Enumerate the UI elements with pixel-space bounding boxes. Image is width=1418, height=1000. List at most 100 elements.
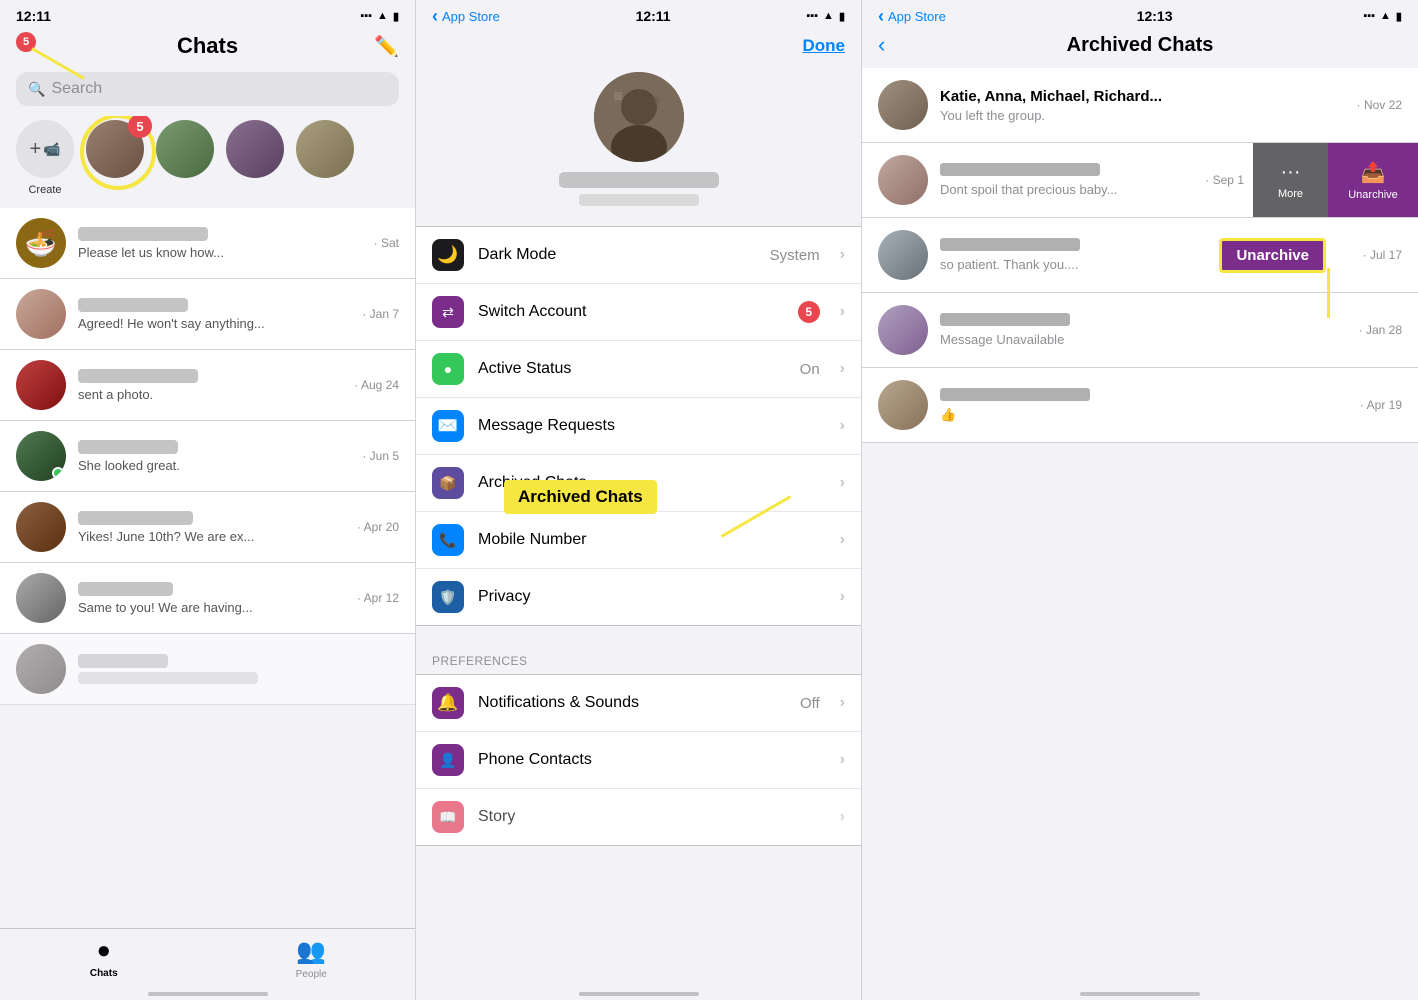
- arch-name-blur-3: [940, 238, 1080, 251]
- arch-time-4: · Jan 28: [1359, 323, 1402, 337]
- arch-preview-3: so patient. Thank you....: [940, 257, 1351, 272]
- story-icon: 📖: [432, 801, 464, 833]
- active-status-chevron: ›: [840, 360, 845, 378]
- status-icons-2: ▪▪▪ ▲ ▮: [806, 10, 845, 23]
- chat-item-6[interactable]: Same to you! We are having... · Apr 12: [0, 563, 415, 634]
- chat-item-5[interactable]: Yikes! June 10th? We are ex... · Apr 20: [0, 492, 415, 563]
- top-notification-badge: 5: [16, 32, 36, 52]
- settings-archived-chats[interactable]: 📦 Archived Chats ›: [416, 455, 861, 512]
- chat-item-3[interactable]: sent a photo. · Aug 24: [0, 350, 415, 421]
- tab-chats[interactable]: ● Chats: [69, 937, 139, 980]
- arch-content-2: Dont spoil that precious baby...: [940, 163, 1193, 197]
- chats-title: Chats: [177, 33, 238, 59]
- chat-content-3: sent a photo.: [78, 369, 342, 402]
- screen-settings: ‹ App Store 12:11 ▪▪▪ ▲ ▮ Done: [415, 0, 862, 1000]
- settings-mobile-number[interactable]: 📞 Mobile Number ›: [416, 512, 861, 569]
- chat-preview-2: Agreed! He won't say anything...: [78, 316, 350, 331]
- profile-section: [416, 64, 861, 226]
- status-icons-3: ▪▪▪ ▲ ▮: [1363, 10, 1402, 23]
- profile-avatar[interactable]: [594, 72, 684, 162]
- notifications-chevron: ›: [840, 694, 845, 712]
- chat-item-4[interactable]: She looked great. · Jun 5: [0, 421, 415, 492]
- signal-icon: ▪▪▪: [360, 10, 372, 22]
- chat-name-blur-3: [78, 369, 198, 383]
- settings-active-status[interactable]: ● Active Status On ›: [416, 341, 861, 398]
- story-item-2[interactable]: [156, 120, 214, 184]
- chat-item-7[interactable]: [0, 634, 415, 705]
- profile-avatar-img: [594, 72, 684, 162]
- settings-notifications[interactable]: 🔔 Notifications & Sounds Off ›: [416, 675, 861, 732]
- wifi-icon-3: ▲: [1380, 10, 1391, 22]
- settings-header: Done: [416, 28, 861, 64]
- chat-time-6: · Apr 12: [357, 591, 399, 605]
- people-tab-label: People: [296, 969, 327, 980]
- settings-switch-account[interactable]: ⇄ Switch Account 5 ›: [416, 284, 861, 341]
- signal-icon-2: ▪▪▪: [806, 10, 818, 22]
- chat-item-2[interactable]: Agreed! He won't say anything... · Jan 7: [0, 279, 415, 350]
- back-area-3[interactable]: ‹ App Store: [878, 6, 946, 27]
- arch-avatar-4: [878, 305, 928, 355]
- tab-people[interactable]: 👥 People: [276, 937, 346, 980]
- settings-phone-contacts[interactable]: 👤 Phone Contacts ›: [416, 732, 861, 789]
- message-requests-chevron: ›: [840, 417, 845, 435]
- story-label: Story: [478, 808, 826, 826]
- back-area-2[interactable]: ‹ App Store: [432, 6, 500, 27]
- search-bar[interactable]: 🔍 Search: [16, 72, 399, 106]
- story-item-1[interactable]: 5: [86, 120, 144, 184]
- archived-item-2[interactable]: Dont spoil that precious baby... · Sep 1…: [862, 143, 1418, 218]
- compose-button[interactable]: ✏️: [374, 34, 399, 59]
- arch-name-1: Katie, Anna, Michael, Richard...: [940, 88, 1345, 105]
- chat-time-4: · Jun 5: [362, 449, 399, 463]
- dark-mode-icon: 🌙: [432, 239, 464, 271]
- chats-tab-label: Chats: [90, 968, 118, 979]
- archived-item-1[interactable]: Katie, Anna, Michael, Richard... You lef…: [862, 68, 1418, 143]
- arch-time-2: · Sep 1: [1205, 173, 1244, 187]
- search-icon: 🔍: [28, 81, 45, 98]
- archived-item-3[interactable]: so patient. Thank you.... · Jul 17: [862, 218, 1418, 293]
- archived-back-button[interactable]: ‹: [878, 32, 885, 58]
- arch-name-blur-2: [940, 163, 1100, 176]
- settings-privacy[interactable]: 🛡️ Privacy ›: [416, 569, 861, 625]
- settings-story[interactable]: 📖 Story ›: [416, 789, 861, 845]
- chat-content-4: She looked great.: [78, 440, 350, 473]
- chat-preview-5: Yikes! June 10th? We are ex...: [78, 529, 345, 544]
- archived-chat-list: Katie, Anna, Michael, Richard... You lef…: [862, 68, 1418, 443]
- chat-content-7: [78, 654, 399, 684]
- chat-avatar-4: [16, 431, 66, 481]
- more-label: More: [1278, 188, 1303, 200]
- back-chevron-2: ‹: [432, 6, 438, 27]
- archived-chats-icon: 📦: [432, 467, 464, 499]
- chat-avatar-6: [16, 573, 66, 623]
- chat-item-1[interactable]: 🍜 Please let us know how... · Sat: [0, 208, 415, 279]
- arch-content-4: Message Unavailable: [940, 313, 1347, 347]
- story-badge: 5: [128, 116, 152, 138]
- status-bar-2: ‹ App Store 12:11 ▪▪▪ ▲ ▮: [416, 0, 861, 28]
- archived-chats-label: Archived Chats: [478, 474, 826, 492]
- profile-name-blur: [559, 172, 719, 188]
- create-icon: + 📹: [16, 120, 74, 178]
- action-more-button[interactable]: ··· More: [1253, 143, 1328, 217]
- action-unarchive-button[interactable]: 📤 Unarchive: [1328, 143, 1418, 217]
- back-label-3: App Store: [888, 9, 946, 24]
- archived-item-4[interactable]: Message Unavailable · Jan 28: [862, 293, 1418, 368]
- chats-tab-icon: ●: [97, 937, 112, 965]
- settings-dark-mode[interactable]: 🌙 Dark Mode System ›: [416, 227, 861, 284]
- archived-item-5[interactable]: 👍 · Apr 19: [862, 368, 1418, 443]
- chat-name-blur-5: [78, 511, 193, 525]
- settings-message-requests[interactable]: ✉️ Message Requests ›: [416, 398, 861, 455]
- chat-avatar-1: 🍜: [16, 218, 66, 268]
- notifications-value: Off: [800, 695, 820, 712]
- arch-preview-2: Dont spoil that precious baby...: [940, 182, 1193, 197]
- story-create[interactable]: + 📹 Create: [16, 120, 74, 196]
- arch-avatar-3: [878, 230, 928, 280]
- screen-archived: ‹ App Store 12:13 ▪▪▪ ▲ ▮ ‹ Archived Cha…: [862, 0, 1418, 1000]
- chat-preview-4: She looked great.: [78, 458, 350, 473]
- swipe-actions: ··· More 📤 Unarchive: [1253, 143, 1418, 217]
- done-button[interactable]: Done: [803, 36, 846, 56]
- chat-time-2: · Jan 7: [362, 307, 399, 321]
- story-item-4[interactable]: [296, 120, 354, 184]
- home-indicator-1: [148, 992, 268, 996]
- story-item-3[interactable]: [226, 120, 284, 184]
- message-requests-icon: ✉️: [432, 410, 464, 442]
- chat-avatar-2: [16, 289, 66, 339]
